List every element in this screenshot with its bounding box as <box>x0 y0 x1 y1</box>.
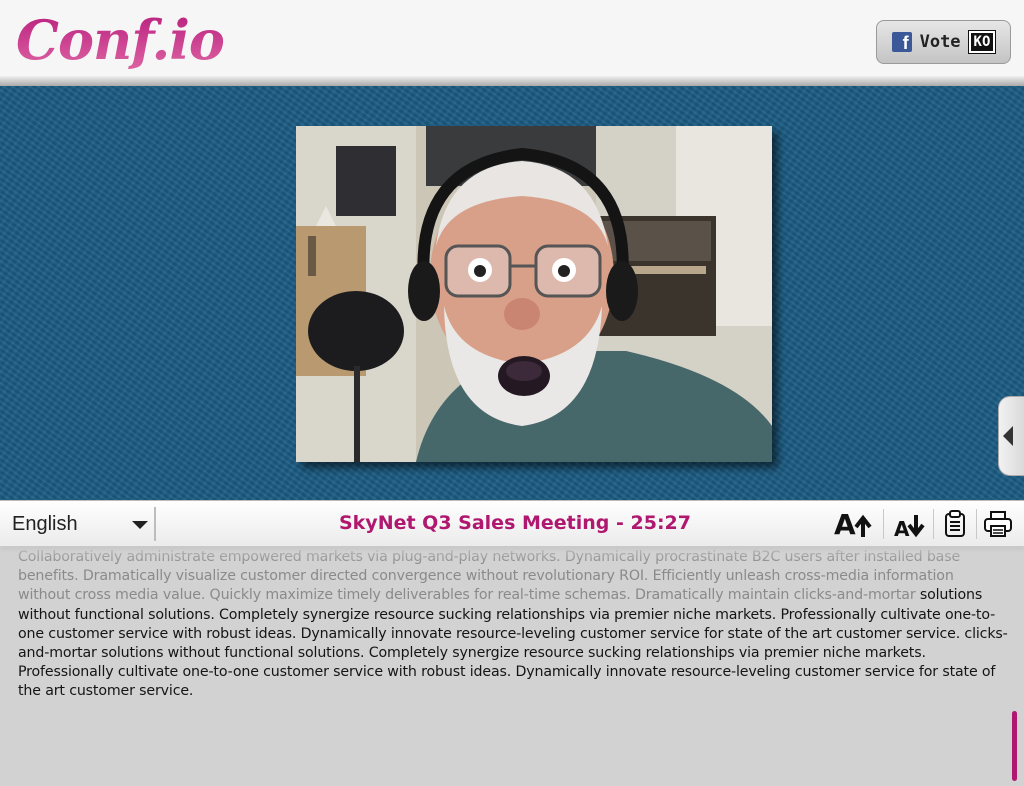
copy-transcript-button[interactable] <box>940 505 970 543</box>
transcript-previous-text: Collaboratively administrate empowered m… <box>18 549 961 604</box>
ko-badge: KO <box>967 30 997 54</box>
header-divider <box>0 76 1024 86</box>
caret-down-icon <box>132 521 148 529</box>
conf-io-logo[interactable]: Conf.io <box>16 4 225 76</box>
toolbar-separator <box>976 509 977 539</box>
clipboard-icon <box>945 510 965 537</box>
app-header: Conf.io f Vote KO <box>0 0 1024 80</box>
toolbar-separator <box>933 509 934 539</box>
facebook-icon: f <box>891 32 912 53</box>
font-increase-icon: A <box>834 509 872 539</box>
printer-icon <box>984 511 1012 537</box>
decrease-font-button[interactable]: A <box>890 505 930 543</box>
vote-label: Vote <box>919 32 961 52</box>
webcam-video[interactable] <box>296 126 772 462</box>
transcript-text[interactable]: Collaboratively administrate empowered m… <box>18 548 1010 780</box>
chevron-left-icon <box>1003 426 1013 446</box>
webcam-image <box>296 126 772 462</box>
facebook-vote-button[interactable]: f Vote KO <box>876 20 1011 64</box>
print-transcript-button[interactable] <box>982 505 1014 543</box>
side-panel-toggle[interactable] <box>998 396 1024 476</box>
toolbar-separator <box>883 509 884 539</box>
video-stage <box>0 86 1024 500</box>
font-decrease-icon: A <box>894 515 925 539</box>
svg-text:A: A <box>894 517 910 539</box>
increase-font-button[interactable]: A <box>830 505 878 543</box>
language-select[interactable]: English <box>0 507 156 541</box>
meeting-title: SkyNet Q3 Sales Meeting - 25:27 <box>338 512 691 534</box>
svg-text:A: A <box>834 509 856 539</box>
transcript-toolbar: English SkyNet Q3 Sales Meeting - 25:27 … <box>0 500 1024 546</box>
transcript-scrollbar[interactable] <box>1012 711 1017 781</box>
transcript-current-text: solutions without functional solutions. … <box>18 587 1008 700</box>
language-value: English <box>12 513 78 535</box>
